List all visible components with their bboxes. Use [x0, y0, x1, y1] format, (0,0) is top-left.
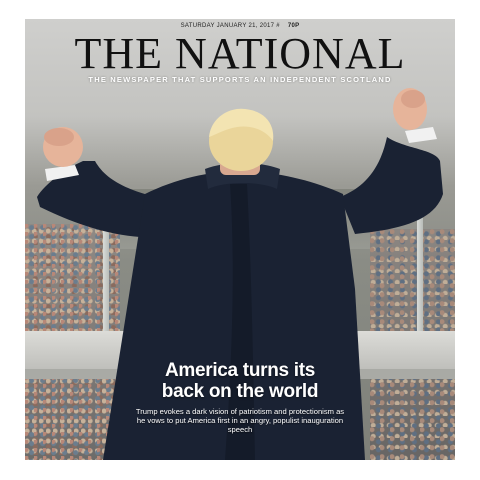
newspaper-title: THE NATIONAL: [74, 29, 406, 78]
newspaper-front-page: SATURDAY JANUARY 21, 2017 # 70P THE NATI…: [25, 19, 455, 460]
standfirst: Trump evokes a dark vision of patriotism…: [135, 407, 345, 434]
tagline: THE NEWSPAPER THAT SUPPORTS AN INDEPENDE…: [88, 75, 392, 84]
headline-line: back on the world: [161, 381, 319, 402]
masthead: SATURDAY JANUARY 21, 2017 # 70P THE NATI…: [25, 19, 455, 87]
headline-line: America turns its: [164, 360, 316, 381]
lead-headline: America turns its back on the world: [130, 360, 350, 402]
